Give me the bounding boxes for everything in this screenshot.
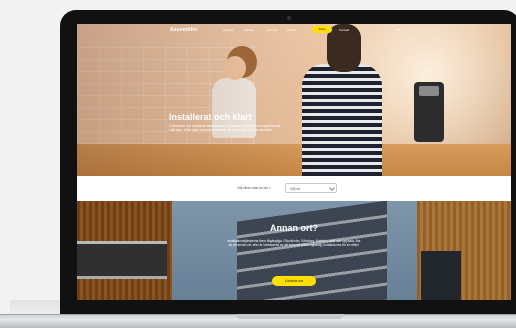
laptop-hinge-notch — [236, 314, 344, 319]
hero-title: Installerat och klart — [169, 112, 252, 122]
nav-link-about[interactable]: Om oss — [267, 28, 277, 32]
section-title: Annan ort? — [270, 223, 318, 233]
brand-logo[interactable]: Assemblin — [170, 27, 197, 33]
hero-section: Assemblin Support Tjänster Om oss Karriä… — [77, 24, 511, 176]
camera-icon — [287, 16, 291, 20]
other-city-section: Annan ort? Installationstjänsterna finns… — [77, 201, 511, 300]
nav-link-contact[interactable]: Kontakt — [339, 28, 349, 32]
nav-link-services[interactable]: Tjänster — [243, 28, 254, 32]
section-description: Installationstjänsterna finns tillgängli… — [227, 239, 361, 248]
book-button[interactable]: Boka — [312, 26, 332, 33]
laptop-screen: Assemblin Support Tjänster Om oss Karriä… — [77, 24, 511, 300]
nav-link-support[interactable]: Support — [223, 28, 234, 32]
hero-description: Vi levererar och installerar laddstation… — [169, 124, 281, 133]
city-selector-label: Välj vilken stad du bor i: — [237, 186, 271, 190]
nav-link-careers[interactable]: Karriär — [287, 28, 296, 32]
top-nav: Assemblin Support Tjänster Om oss Karriä… — [77, 24, 511, 36]
hero-overlay — [77, 24, 511, 176]
city-selector-bar: Välj vilken stad du bor i: Välj ort — [77, 176, 511, 202]
contact-button[interactable]: Kontakta oss — [272, 276, 316, 286]
language-switch[interactable]: SV — [397, 28, 401, 32]
